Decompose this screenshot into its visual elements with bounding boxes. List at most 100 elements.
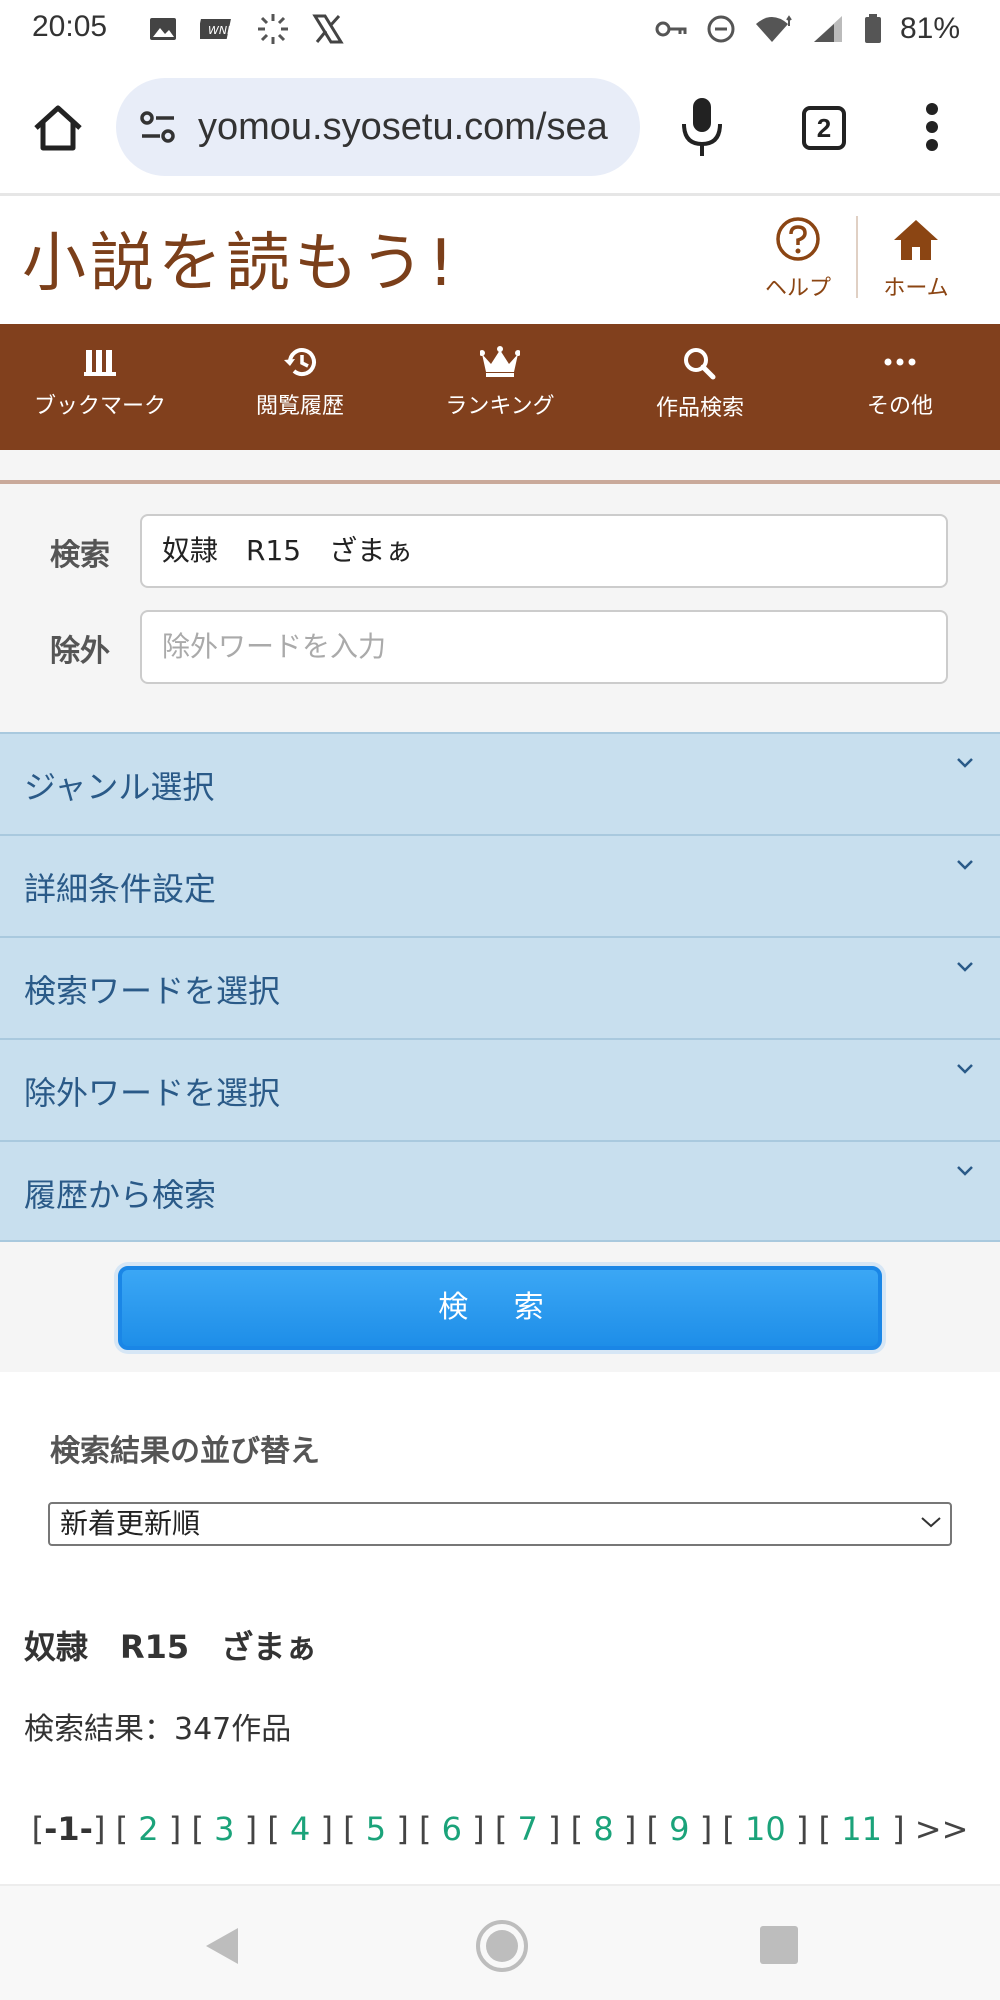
nav-label-more: その他 (866, 394, 933, 419)
pager-link[interactable]: 3 (214, 1810, 234, 1848)
site-settings-icon[interactable] (138, 107, 178, 147)
pager-bracket: [ (570, 1810, 584, 1848)
exclude-input[interactable]: 除外ワードを入力 (140, 610, 948, 684)
pager-bracket: [ (818, 1810, 832, 1848)
search-button-area: 検 索 (0, 1242, 1000, 1372)
site-logo[interactable]: 小説を読もう! (22, 212, 458, 304)
keyword-label: 検索 (50, 538, 110, 573)
browser-home-icon[interactable] (30, 100, 86, 156)
pager-bracket: ] (472, 1810, 485, 1848)
chevron-down-icon (957, 860, 973, 870)
nav-item-more[interactable]: その他 (800, 324, 1000, 450)
nav-label-history: 閲覧履歴 (255, 394, 344, 419)
system-home-icon[interactable] (474, 1918, 530, 1974)
accordion-exclude-words[interactable]: 除外ワードを選択 (0, 1038, 1000, 1140)
history-icon (284, 348, 316, 377)
pager-link[interactable]: 4 (290, 1810, 310, 1848)
pager-link[interactable]: 9 (669, 1810, 689, 1848)
main-nav: ブックマーク 閲覧履歴 ランキング 作品検索 その他 (0, 324, 1000, 450)
battery-percentage: 81% (899, 12, 960, 45)
pager-next[interactable]: >> (915, 1810, 969, 1848)
pager-link[interactable]: 10 (745, 1810, 786, 1848)
nav-label-ranking: ランキング (445, 394, 555, 419)
pager-bracket: [ (267, 1810, 280, 1848)
keyword-row: 検索 奴隷 R15 ざまぁ (0, 514, 1000, 588)
help-label: ヘルプ (764, 276, 831, 301)
chevron-down-icon (957, 962, 973, 972)
pager-bracket: ] (320, 1810, 333, 1848)
signal-icon (813, 16, 842, 42)
x-icon (312, 14, 344, 44)
vpn-key-icon (655, 21, 687, 37)
pager-link[interactable]: 2 (138, 1810, 158, 1848)
accordion-search-words[interactable]: 検索ワードを選択 (0, 936, 1000, 1038)
home-icon (894, 220, 938, 260)
header-divider (856, 216, 858, 298)
back-icon[interactable] (202, 1924, 242, 1968)
pager-link[interactable]: 11 (841, 1810, 882, 1848)
pager-bracket: ] (548, 1810, 561, 1848)
microphone-icon[interactable] (680, 96, 724, 158)
accordion-history-search[interactable]: 履歴から検索 (0, 1140, 1000, 1242)
pager-link[interactable]: 8 (593, 1810, 613, 1848)
url-bar[interactable]: yomou.syosetu.com/sea (116, 78, 640, 176)
accordion-detail-conditions[interactable]: 詳細条件設定 (0, 834, 1000, 936)
accordion-genre[interactable]: ジャンル選択 (0, 732, 1000, 834)
pager-bracket: ] (892, 1810, 905, 1848)
recent-apps-icon[interactable] (760, 1926, 798, 1964)
pager-link[interactable]: 5 (366, 1810, 386, 1848)
wni-icon: WNI (200, 19, 231, 39)
browser-toolbar: yomou.syosetu.com/sea 2 (0, 58, 1000, 196)
sort-select[interactable]: 新着更新順 (48, 1502, 952, 1546)
help-icon (776, 217, 820, 261)
system-nav-bar (0, 1884, 1000, 2000)
accordion-label: 詳細条件設定 (24, 870, 217, 908)
help-link[interactable]: ヘルプ (744, 216, 852, 302)
chevron-down-icon (957, 1166, 973, 1176)
pager-link[interactable]: 7 (517, 1810, 537, 1848)
accordion-label: 除外ワードを選択 (24, 1074, 281, 1112)
status-time: 20:05 (32, 10, 108, 43)
tab-switcher-button[interactable]: 2 (802, 106, 846, 150)
sort-title: 検索結果の並び替え (50, 1434, 320, 1469)
pager-bracket: [ (646, 1810, 659, 1848)
keyword-input[interactable]: 奴隷 R15 ざまぁ (140, 514, 948, 588)
home-link[interactable]: ホーム (862, 216, 970, 302)
more-vert-icon[interactable] (925, 102, 939, 152)
pager-bracket: ] (795, 1810, 809, 1848)
pager-bracket: ] (623, 1810, 637, 1848)
pager-bracket: ] (396, 1810, 409, 1848)
pagination: [-1-] [ 2 ] [ 3 ] [ 4 ] [ 5 ] [ 6 ] [ 7 … (0, 1810, 1000, 1848)
pager-bracket: [ (191, 1810, 204, 1848)
crown-icon (480, 346, 520, 377)
accordion-label: 履歴から検索 (24, 1176, 217, 1214)
search-button[interactable]: 検 索 (118, 1266, 882, 1350)
pager-bracket: ] (699, 1810, 713, 1848)
nav-label-search: 作品検索 (655, 396, 744, 421)
nav-item-bookmark[interactable]: ブックマーク (0, 324, 200, 450)
nav-item-ranking[interactable]: ランキング (400, 324, 600, 450)
pager-current: -1- (44, 1810, 93, 1848)
gallery-icon (150, 18, 176, 40)
pager-bracket: [ (418, 1810, 432, 1848)
pager-link[interactable]: 6 (442, 1810, 462, 1848)
pager-bracket: [ (115, 1810, 129, 1848)
loading-icon (258, 14, 288, 44)
accordion-label: 検索ワードを選択 (24, 972, 281, 1010)
chevron-down-icon (957, 1064, 973, 1074)
svg-text:WNI: WNI (208, 24, 230, 37)
more-icon (884, 358, 916, 366)
dnd-icon (707, 15, 735, 43)
nav-item-search[interactable]: 作品検索 (600, 324, 800, 450)
pager-bracket: [ (494, 1810, 508, 1848)
url-text: yomou.syosetu.com/sea (198, 105, 608, 148)
result-query-title: 奴隷 R15 ざまぁ (24, 1628, 318, 1666)
wifi-icon (755, 15, 792, 42)
chevron-down-icon (957, 758, 973, 768)
pager-bracket: [ (31, 1810, 45, 1848)
accordion-label: ジャンル選択 (24, 768, 215, 806)
home-label: ホーム (883, 276, 949, 301)
pager-bracket: ] (168, 1810, 182, 1848)
pager-bracket: [ (722, 1810, 735, 1848)
nav-item-history[interactable]: 閲覧履歴 (200, 324, 400, 450)
